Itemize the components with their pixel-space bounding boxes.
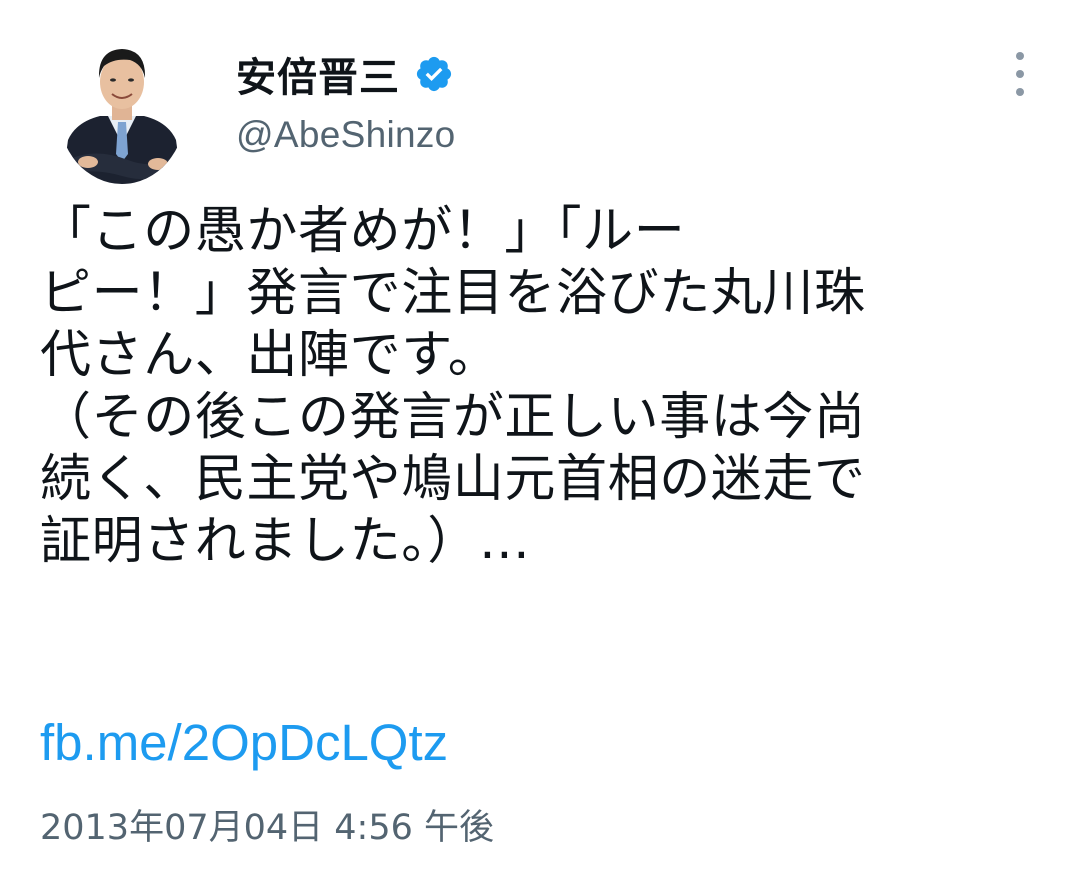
profile-photo-icon <box>58 36 186 184</box>
more-options-button[interactable] <box>1002 48 1038 100</box>
tweet-text-line: 続く、民主党や鳩山元首相の迷走で <box>40 450 866 509</box>
tweet-timestamp[interactable]: 2013年07月04日 4:56 午後 <box>40 804 494 852</box>
tweet-text-line: （その後この発言が正しい事は今尚 <box>40 388 866 447</box>
tweet-link[interactable]: fb.me/2OpDcLQtz <box>40 712 448 774</box>
avatar[interactable] <box>58 36 186 184</box>
tweet-text-line: 代さん、出陣です。 <box>40 326 500 385</box>
more-vertical-icon-dot <box>1016 70 1024 78</box>
tweet-text-line: 証明されました。）… <box>40 512 531 571</box>
display-name-row[interactable]: 安倍晋三 <box>236 44 454 104</box>
user-handle[interactable]: @AbeShinzo <box>236 114 456 156</box>
tweet-card: 安倍晋三 @AbeShinzo 「この愚か者めが！」「ルー ピー！」発言で注目を… <box>0 0 1080 884</box>
tweet-text-line: 「この愚か者めが！」「ルー <box>40 202 686 261</box>
tweet-text-line: ピー！」発言で注目を浴びた丸川珠 <box>40 264 866 323</box>
tweet-text: 「この愚か者めが！」「ルー ピー！」発言で注目を浴びた丸川珠 代さん、出陣です。… <box>40 201 1050 573</box>
more-vertical-icon-dot <box>1016 52 1024 60</box>
verified-badge-icon <box>416 56 452 92</box>
more-vertical-icon-dot <box>1016 88 1024 96</box>
display-name[interactable]: 安倍晋三 <box>236 45 400 103</box>
